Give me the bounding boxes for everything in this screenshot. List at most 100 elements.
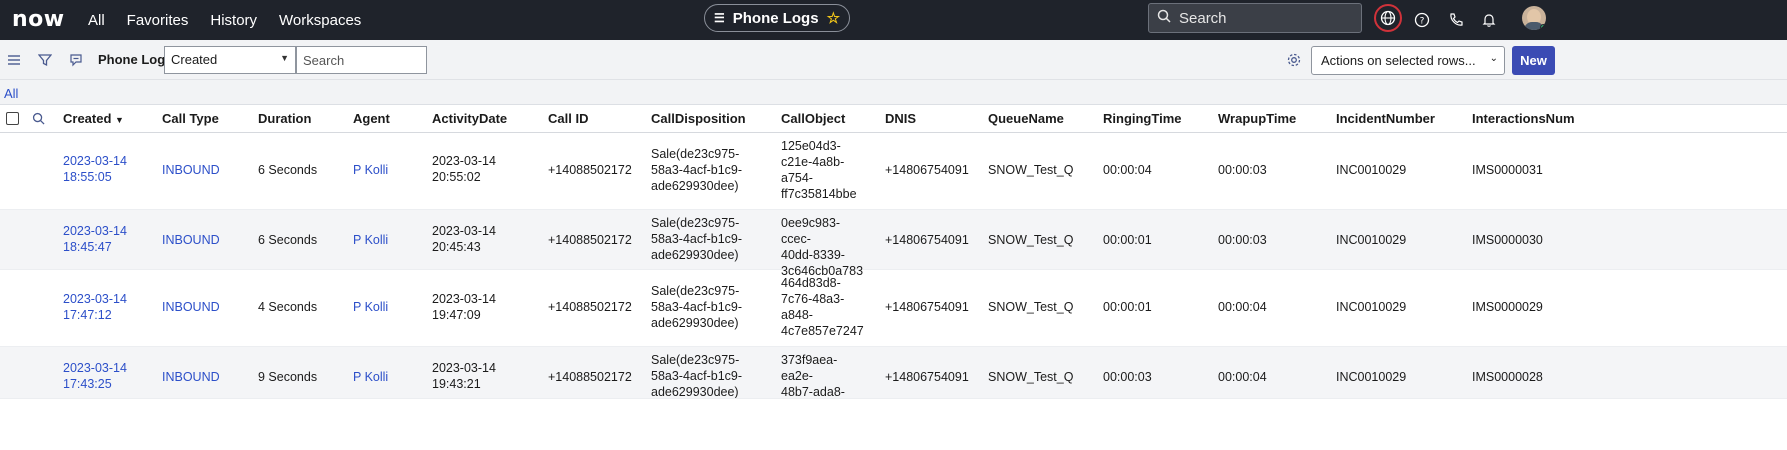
incident-number-cell: INC0010029 xyxy=(1336,300,1407,314)
created-link[interactable]: 2023-03-14 18:55:05 xyxy=(63,153,127,185)
filter-icon[interactable] xyxy=(35,50,55,70)
hamburger-menu-icon[interactable] xyxy=(4,50,24,70)
agent-link[interactable]: P Kolli xyxy=(353,299,388,315)
list-title: Phone Logs xyxy=(98,52,173,67)
activity-date-cell: 2023-03-14 19:47:09 xyxy=(432,292,496,322)
ringing-time-cell: 00:00:01 xyxy=(1103,233,1152,247)
call-type-link[interactable]: INBOUND xyxy=(162,369,220,385)
star-icon[interactable]: ☆ xyxy=(827,9,840,27)
duration-cell: 6 Seconds xyxy=(258,233,318,247)
call-object-cell: 373f9aea-ea2e-48b7-ada8-bcc6dcf11441 xyxy=(781,353,845,399)
column-call-object[interactable]: CallObject xyxy=(781,111,845,126)
activity-date-cell: 2023-03-14 19:43:21 xyxy=(432,361,496,391)
search-field-select[interactable]: Created ▼ xyxy=(164,46,296,74)
incident-number-cell: INC0010029 xyxy=(1336,163,1407,177)
agent-link[interactable]: P Kolli xyxy=(353,369,388,385)
table-row[interactable]: 2023-03-14 17:47:12 INBOUND 4 Seconds P K… xyxy=(0,270,1787,347)
column-agent[interactable]: Agent xyxy=(353,111,390,126)
breadcrumb-all[interactable]: All xyxy=(4,86,18,101)
agent-link[interactable]: P Kolli xyxy=(353,162,388,178)
created-link[interactable]: 2023-03-14 17:43:25 xyxy=(63,360,127,392)
column-ringing-time[interactable]: RingingTime xyxy=(1103,111,1181,126)
phone-icon[interactable] xyxy=(1444,8,1468,32)
queue-name-cell: SNOW_Test_Q xyxy=(988,163,1074,177)
breadcrumb: All xyxy=(0,80,1787,105)
table-header: Created ▼ Call Type Duration Agent Activ… xyxy=(0,105,1787,133)
table-row[interactable]: 2023-03-14 18:45:47 INBOUND 6 Seconds P K… xyxy=(0,210,1787,278)
call-id-cell: +14088502172 xyxy=(548,370,632,384)
actions-select[interactable]: Actions on selected rows... ⌄ xyxy=(1311,46,1505,75)
duration-cell: 6 Seconds xyxy=(258,163,318,177)
new-button[interactable]: New xyxy=(1512,46,1555,75)
column-incident-number[interactable]: IncidentNumber xyxy=(1336,111,1435,126)
column-search-icon[interactable] xyxy=(32,112,45,128)
disposition-cell: Sale(de23c975- 58a3-4acf-b1c9- ade629930de… xyxy=(651,147,743,193)
column-call-type[interactable]: Call Type xyxy=(162,111,219,126)
call-id-cell: +14088502172 xyxy=(548,300,632,314)
disposition-cell: Sale(de23c975- 58a3-4acf-b1c9- ade629930de… xyxy=(651,284,743,330)
call-type-link[interactable]: INBOUND xyxy=(162,299,220,315)
global-search-input[interactable]: Search xyxy=(1148,3,1362,33)
context-title: Phone Logs xyxy=(732,9,819,27)
column-duration[interactable]: Duration xyxy=(258,111,311,126)
wrapup-time-cell: 00:00:04 xyxy=(1218,370,1267,384)
globe-icon[interactable] xyxy=(1374,4,1402,32)
disposition-cell: Sale(de23c975- 58a3-4acf-b1c9- ade629930de… xyxy=(651,353,743,399)
call-type-link[interactable]: INBOUND xyxy=(162,232,220,248)
nav-history[interactable]: History xyxy=(210,12,257,29)
wrapup-time-cell: 00:00:04 xyxy=(1218,300,1267,314)
dnis-cell: +14806754091 xyxy=(885,370,969,384)
comment-icon[interactable] xyxy=(66,50,86,70)
nav-menu: All Favorites History Workspaces xyxy=(88,0,383,40)
user-avatar[interactable] xyxy=(1522,6,1546,30)
call-type-link[interactable]: INBOUND xyxy=(162,162,220,178)
column-activity-date[interactable]: ActivityDate xyxy=(432,111,507,126)
help-icon[interactable]: ? xyxy=(1410,8,1434,32)
column-call-id[interactable]: Call ID xyxy=(548,111,588,126)
list-search-input[interactable]: Search xyxy=(296,46,427,74)
agent-link[interactable]: P Kolli xyxy=(353,232,388,248)
disposition-cell: Sale(de23c975- 58a3-4acf-b1c9- ade629930de… xyxy=(651,216,743,262)
column-call-disposition[interactable]: CallDisposition xyxy=(651,111,746,126)
dnis-cell: +14806754091 xyxy=(885,300,969,314)
duration-cell: 9 Seconds xyxy=(258,370,318,384)
list-icon: ☰ xyxy=(713,11,725,25)
incident-number-cell: INC0010029 xyxy=(1336,370,1407,384)
queue-name-cell: SNOW_Test_Q xyxy=(988,300,1074,314)
list-toolbar: Phone Logs Created ▼ Search Actions on s… xyxy=(0,40,1787,80)
global-search-placeholder: Search xyxy=(1179,9,1227,27)
column-dnis[interactable]: DNIS xyxy=(885,111,916,126)
sort-desc-icon: ▼ xyxy=(115,115,124,125)
nav-workspaces[interactable]: Workspaces xyxy=(279,12,361,29)
created-link[interactable]: 2023-03-14 17:47:12 xyxy=(63,291,127,323)
ringing-time-cell: 00:00:03 xyxy=(1103,370,1152,384)
ringing-time-cell: 00:00:04 xyxy=(1103,163,1152,177)
queue-name-cell: SNOW_Test_Q xyxy=(988,370,1074,384)
table-row[interactable]: 2023-03-14 18:55:05 INBOUND 6 Seconds P K… xyxy=(0,133,1787,210)
column-interactions-num[interactable]: InteractionsNum xyxy=(1472,111,1575,126)
select-all-checkbox[interactable] xyxy=(6,112,19,125)
interactions-num-cell: IMS0000030 xyxy=(1472,233,1543,247)
activity-date-cell: 2023-03-14 20:55:02 xyxy=(432,154,496,184)
search-field-value: Created xyxy=(171,52,218,67)
column-created[interactable]: Created ▼ xyxy=(63,111,124,126)
top-navigation-bar: now All Favorites History Workspaces ☰ P… xyxy=(0,0,1787,40)
created-link[interactable]: 2023-03-14 18:45:47 xyxy=(63,223,127,255)
column-wrapup-time[interactable]: WrapupTime xyxy=(1218,111,1296,126)
servicenow-logo[interactable]: now xyxy=(12,7,65,32)
interactions-num-cell: IMS0000031 xyxy=(1472,163,1543,177)
table-row[interactable]: 2023-03-14 17:43:25 INBOUND 9 Seconds P K… xyxy=(0,347,1787,399)
dnis-cell: +14806754091 xyxy=(885,233,969,247)
call-id-cell: +14088502172 xyxy=(548,163,632,177)
context-title-pill[interactable]: ☰ Phone Logs ☆ xyxy=(704,4,850,32)
nav-favorites[interactable]: Favorites xyxy=(127,12,189,29)
bell-icon[interactable] xyxy=(1477,8,1501,32)
nav-all[interactable]: All xyxy=(88,12,105,29)
column-queue-name[interactable]: QueueName xyxy=(988,111,1064,126)
svg-text:?: ? xyxy=(1420,17,1425,27)
queue-name-cell: SNOW_Test_Q xyxy=(988,233,1074,247)
search-icon xyxy=(1157,9,1171,27)
interactions-num-cell: IMS0000028 xyxy=(1472,370,1543,384)
gear-icon[interactable] xyxy=(1284,50,1304,70)
interactions-num-cell: IMS0000029 xyxy=(1472,300,1543,314)
